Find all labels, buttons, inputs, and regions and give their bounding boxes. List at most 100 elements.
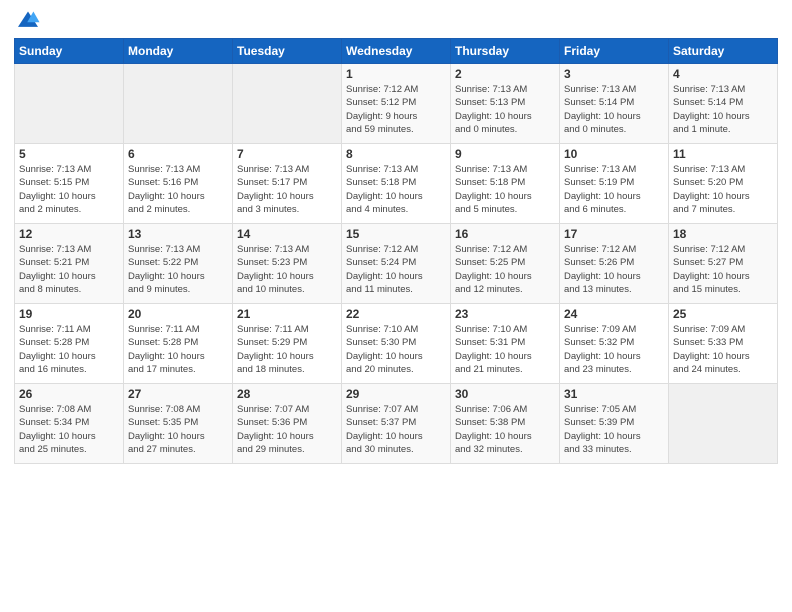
day-info: Sunrise: 7:13 AM Sunset: 5:17 PM Dayligh… [237, 163, 337, 216]
calendar-cell: 28 Sunrise: 7:07 AM Sunset: 5:36 PM Dayli… [233, 384, 342, 464]
calendar-cell: 5Sunrise: 7:13 AM Sunset: 5:15 PM Daylig… [15, 144, 124, 224]
calendar-cell: 7 Sunrise: 7:13 AM Sunset: 5:17 PM Daylig… [233, 144, 342, 224]
day-info: Sunrise: 7:13 AM Sunset: 5:18 PM Dayligh… [346, 163, 446, 216]
logo [14, 10, 42, 30]
calendar-cell: 6Sunrise: 7:13 AM Sunset: 5:16 PM Daylig… [124, 144, 233, 224]
day-info: Sunrise: 7:13 AM Sunset: 5:14 PM Dayligh… [673, 83, 773, 136]
calendar-cell: 26 Sunrise: 7:08 AM Sunset: 5:34 PM Dayli… [15, 384, 124, 464]
calendar-cell: 20 Sunrise: 7:11 AM Sunset: 5:28 PM Dayli… [124, 304, 233, 384]
day-number: 4 [673, 67, 773, 81]
day-number: 8 [346, 147, 446, 161]
day-info: Sunrise: 7:12 AM Sunset: 5:12 PM Dayligh… [346, 83, 446, 136]
day-number: 15 [346, 227, 446, 241]
day-info: Sunrise: 7:09 AM Sunset: 5:33 PM Dayligh… [673, 323, 773, 376]
calendar-week-row: 5Sunrise: 7:13 AM Sunset: 5:15 PM Daylig… [15, 144, 778, 224]
day-info: Sunrise: 7:08 AM Sunset: 5:34 PM Dayligh… [19, 403, 119, 456]
calendar-cell: 30Sunrise: 7:06 AM Sunset: 5:38 PM Dayli… [451, 384, 560, 464]
day-number: 29 [346, 387, 446, 401]
calendar-cell: 29 Sunrise: 7:07 AM Sunset: 5:37 PM Dayli… [342, 384, 451, 464]
page-container: SundayMondayTuesdayWednesdayThursdayFrid… [0, 0, 792, 474]
day-info: Sunrise: 7:13 AM Sunset: 5:13 PM Dayligh… [455, 83, 555, 136]
calendar-week-row: 19 Sunrise: 7:11 AM Sunset: 5:28 PM Dayli… [15, 304, 778, 384]
calendar-cell: 22 Sunrise: 7:10 AM Sunset: 5:30 PM Dayli… [342, 304, 451, 384]
day-number: 17 [564, 227, 664, 241]
calendar-cell: 27 Sunrise: 7:08 AM Sunset: 5:35 PM Dayli… [124, 384, 233, 464]
day-info: Sunrise: 7:08 AM Sunset: 5:35 PM Dayligh… [128, 403, 228, 456]
day-number: 27 [128, 387, 228, 401]
day-number: 19 [19, 307, 119, 321]
weekday-header: Wednesday [342, 39, 451, 64]
calendar-week-row: 12 Sunrise: 7:13 AM Sunset: 5:21 PM Dayli… [15, 224, 778, 304]
calendar-cell: 3 Sunrise: 7:13 AM Sunset: 5:14 PM Daylig… [560, 64, 669, 144]
day-info: Sunrise: 7:13 AM Sunset: 5:23 PM Dayligh… [237, 243, 337, 296]
calendar-cell: 21 Sunrise: 7:11 AM Sunset: 5:29 PM Dayli… [233, 304, 342, 384]
calendar-cell: 9Sunrise: 7:13 AM Sunset: 5:18 PM Daylig… [451, 144, 560, 224]
calendar-cell: 24Sunrise: 7:09 AM Sunset: 5:32 PM Dayli… [560, 304, 669, 384]
calendar-cell: 2 Sunrise: 7:13 AM Sunset: 5:13 PM Daylig… [451, 64, 560, 144]
day-number: 20 [128, 307, 228, 321]
weekday-header: Friday [560, 39, 669, 64]
calendar-cell: 23 Sunrise: 7:10 AM Sunset: 5:31 PM Dayli… [451, 304, 560, 384]
calendar-cell: 16Sunrise: 7:12 AM Sunset: 5:25 PM Dayli… [451, 224, 560, 304]
day-info: Sunrise: 7:07 AM Sunset: 5:37 PM Dayligh… [346, 403, 446, 456]
day-number: 26 [19, 387, 119, 401]
day-number: 13 [128, 227, 228, 241]
day-info: Sunrise: 7:10 AM Sunset: 5:31 PM Dayligh… [455, 323, 555, 376]
day-info: Sunrise: 7:13 AM Sunset: 5:20 PM Dayligh… [673, 163, 773, 216]
weekday-header: Thursday [451, 39, 560, 64]
calendar-cell: 1 Sunrise: 7:12 AM Sunset: 5:12 PM Daylig… [342, 64, 451, 144]
day-number: 6 [128, 147, 228, 161]
calendar-cell: 8 Sunrise: 7:13 AM Sunset: 5:18 PM Daylig… [342, 144, 451, 224]
day-number: 25 [673, 307, 773, 321]
day-number: 5 [19, 147, 119, 161]
calendar-cell [233, 64, 342, 144]
day-info: Sunrise: 7:11 AM Sunset: 5:28 PM Dayligh… [19, 323, 119, 376]
day-info: Sunrise: 7:12 AM Sunset: 5:26 PM Dayligh… [564, 243, 664, 296]
calendar-week-row: 26 Sunrise: 7:08 AM Sunset: 5:34 PM Dayli… [15, 384, 778, 464]
calendar-cell: 17 Sunrise: 7:12 AM Sunset: 5:26 PM Dayli… [560, 224, 669, 304]
calendar-cell: 19 Sunrise: 7:11 AM Sunset: 5:28 PM Dayli… [15, 304, 124, 384]
day-number: 3 [564, 67, 664, 81]
calendar-cell: 11 Sunrise: 7:13 AM Sunset: 5:20 PM Dayli… [669, 144, 778, 224]
calendar-cell: 12 Sunrise: 7:13 AM Sunset: 5:21 PM Dayli… [15, 224, 124, 304]
calendar-cell: 15Sunrise: 7:12 AM Sunset: 5:24 PM Dayli… [342, 224, 451, 304]
day-info: Sunrise: 7:11 AM Sunset: 5:29 PM Dayligh… [237, 323, 337, 376]
day-info: Sunrise: 7:13 AM Sunset: 5:19 PM Dayligh… [564, 163, 664, 216]
day-info: Sunrise: 7:10 AM Sunset: 5:30 PM Dayligh… [346, 323, 446, 376]
day-info: Sunrise: 7:13 AM Sunset: 5:22 PM Dayligh… [128, 243, 228, 296]
day-number: 21 [237, 307, 337, 321]
day-number: 11 [673, 147, 773, 161]
day-info: Sunrise: 7:07 AM Sunset: 5:36 PM Dayligh… [237, 403, 337, 456]
day-info: Sunrise: 7:13 AM Sunset: 5:14 PM Dayligh… [564, 83, 664, 136]
calendar-cell [124, 64, 233, 144]
day-number: 23 [455, 307, 555, 321]
day-info: Sunrise: 7:06 AM Sunset: 5:38 PM Dayligh… [455, 403, 555, 456]
day-number: 7 [237, 147, 337, 161]
header [14, 10, 778, 30]
calendar-week-row: 1 Sunrise: 7:12 AM Sunset: 5:12 PM Daylig… [15, 64, 778, 144]
day-number: 12 [19, 227, 119, 241]
logo-icon [16, 10, 40, 30]
calendar-cell: 14 Sunrise: 7:13 AM Sunset: 5:23 PM Dayli… [233, 224, 342, 304]
calendar-cell: 10 Sunrise: 7:13 AM Sunset: 5:19 PM Dayli… [560, 144, 669, 224]
day-number: 9 [455, 147, 555, 161]
day-info: Sunrise: 7:11 AM Sunset: 5:28 PM Dayligh… [128, 323, 228, 376]
calendar-cell [15, 64, 124, 144]
weekday-header: Tuesday [233, 39, 342, 64]
calendar-cell: 25 Sunrise: 7:09 AM Sunset: 5:33 PM Dayli… [669, 304, 778, 384]
day-number: 31 [564, 387, 664, 401]
day-number: 22 [346, 307, 446, 321]
day-number: 14 [237, 227, 337, 241]
day-number: 28 [237, 387, 337, 401]
weekday-header: Sunday [15, 39, 124, 64]
weekday-header: Saturday [669, 39, 778, 64]
day-number: 24 [564, 307, 664, 321]
weekday-header: Monday [124, 39, 233, 64]
day-number: 1 [346, 67, 446, 81]
calendar-table: SundayMondayTuesdayWednesdayThursdayFrid… [14, 38, 778, 464]
day-number: 10 [564, 147, 664, 161]
day-info: Sunrise: 7:12 AM Sunset: 5:27 PM Dayligh… [673, 243, 773, 296]
day-info: Sunrise: 7:13 AM Sunset: 5:21 PM Dayligh… [19, 243, 119, 296]
day-number: 2 [455, 67, 555, 81]
day-info: Sunrise: 7:05 AM Sunset: 5:39 PM Dayligh… [564, 403, 664, 456]
